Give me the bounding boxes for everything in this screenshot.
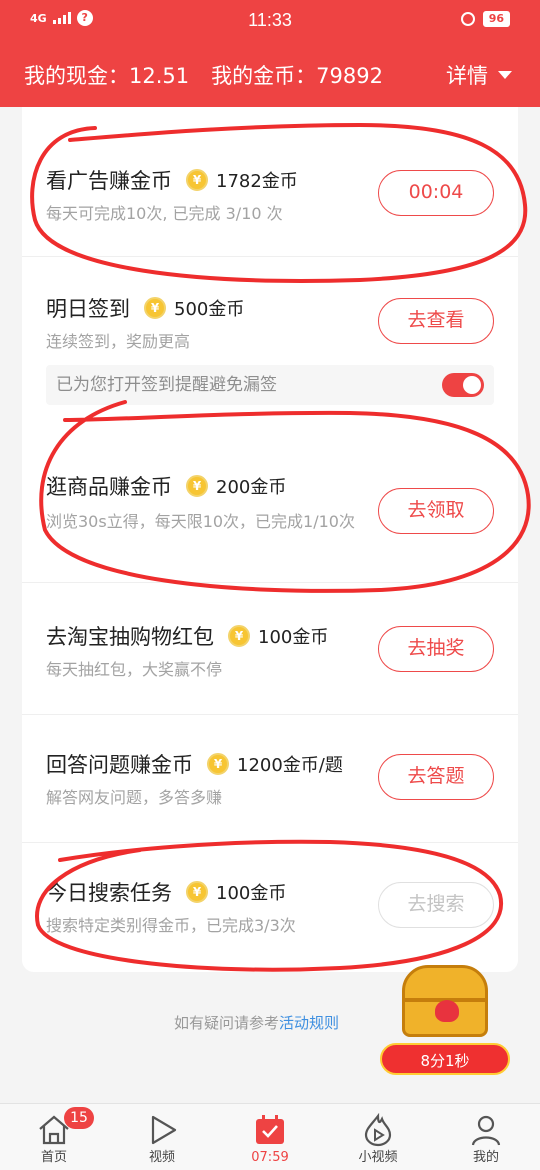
sign-in-reminder: 已为您打开签到提醒避免漏签 bbox=[46, 365, 494, 405]
task-title: 回答问题赚金币 bbox=[46, 753, 193, 777]
cash-balance: 我的现金：12.51 bbox=[24, 64, 190, 88]
flame-play-icon bbox=[364, 1113, 392, 1147]
task-title: 今日搜索任务 bbox=[46, 881, 172, 905]
play-icon bbox=[151, 1115, 177, 1145]
claim-button[interactable]: 去领取 bbox=[378, 488, 494, 534]
status-right: 96 bbox=[460, 11, 510, 27]
task-title-row: 看广告赚金币 ¥ 1782金币 bbox=[46, 165, 298, 195]
nav-tasks[interactable]: 07:59 bbox=[220, 1104, 320, 1170]
toggle-knob bbox=[463, 376, 481, 394]
task-button-countdown[interactable]: 00:04 bbox=[378, 170, 494, 216]
task-title: 去淘宝抽购物红包 bbox=[46, 625, 214, 649]
reminder-toggle[interactable] bbox=[442, 373, 484, 397]
task-reward: 100金币 bbox=[258, 627, 329, 648]
task-reward: 200金币 bbox=[216, 477, 287, 498]
coin-icon: ¥ bbox=[186, 169, 208, 191]
task-title-row: 回答问题赚金币 ¥ 1200金币/题 bbox=[46, 749, 343, 779]
task-title-row: 今日搜索任务 ¥ 100金币 bbox=[46, 877, 286, 907]
heart-icon bbox=[435, 1000, 459, 1022]
task-desc: 每天可完成10次, 已完成 3/10 次 bbox=[46, 204, 283, 223]
task-reward: 1782金币 bbox=[216, 171, 298, 192]
battery-icon: 96 bbox=[482, 11, 510, 27]
rules-note: 如有疑问请参考活动规则 bbox=[174, 1012, 339, 1033]
answer-button[interactable]: 去答题 bbox=[378, 754, 494, 800]
bottom-nav: 15 首页 视频 07:59 小视频 我的 bbox=[0, 1103, 540, 1170]
coin-icon: ¥ bbox=[207, 753, 229, 775]
task-title-row: 逛商品赚金币 ¥ 200金币 bbox=[46, 471, 286, 501]
coin-icon: ¥ bbox=[186, 881, 208, 903]
reminder-text: 已为您打开签到提醒避免漏签 bbox=[56, 375, 277, 395]
task-desc: 浏览30s立得，每天限10次，已完成1/10次 bbox=[46, 512, 355, 531]
activity-rules-link[interactable]: 活动规则 bbox=[279, 1014, 339, 1032]
task-list-card: 看广告赚金币 ¥ 1782金币 每天可完成10次, 已完成 3/10 次 00:… bbox=[22, 107, 518, 972]
view-sign-in-button[interactable]: 去查看 bbox=[378, 298, 494, 344]
task-item-daily-search: 今日搜索任务 ¥ 100金币 搜索特定类别得金币，已完成3/3次 去搜索 bbox=[22, 843, 518, 972]
detail-label: 详情 bbox=[446, 64, 488, 88]
task-title-row: 明日签到 ¥ 500金币 bbox=[46, 293, 244, 323]
wallet-summary: 我的现金：12.51 我的金币：79892 详情 bbox=[24, 58, 512, 92]
task-title: 明日签到 bbox=[46, 297, 130, 321]
nav-label: 视频 bbox=[148, 1150, 175, 1165]
task-item-watch-ads: 看广告赚金币 ¥ 1782金币 每天可完成10次, 已完成 3/10 次 00:… bbox=[22, 127, 518, 257]
notification-badge: 15 bbox=[64, 1107, 94, 1129]
nav-short-video[interactable]: 小视频 bbox=[328, 1104, 428, 1170]
task-item-answer-questions: 回答问题赚金币 ¥ 1200金币/题 解答网友问题，多答多赚 去答题 bbox=[22, 715, 518, 843]
task-reward: 500金币 bbox=[174, 299, 245, 320]
nav-label: 我的 bbox=[472, 1150, 499, 1165]
chevron-down-icon bbox=[498, 71, 512, 79]
alarm-icon bbox=[460, 12, 475, 26]
coin-icon: ¥ bbox=[144, 297, 166, 319]
task-reward: 100金币 bbox=[216, 883, 287, 904]
coin-icon: ¥ bbox=[186, 475, 208, 497]
user-icon bbox=[471, 1115, 501, 1146]
treasure-chest-icon bbox=[402, 965, 488, 1037]
top-header: 4G ? 11:33 96 我的现金：12.51 我的金币：79892 详情 bbox=[0, 0, 540, 107]
task-desc: 连续签到，奖励更高 bbox=[46, 332, 191, 351]
nav-video[interactable]: 视频 bbox=[112, 1104, 212, 1170]
task-desc: 解答网友问题，多答多赚 bbox=[46, 788, 223, 807]
task-desc: 每天抽红包，大奖赢不停 bbox=[46, 660, 223, 679]
calendar-icon bbox=[256, 1115, 284, 1144]
nav-label: 07:59 bbox=[251, 1150, 289, 1165]
task-item-taobao-redpacket: 去淘宝抽购物红包 ¥ 100金币 每天抽红包，大奖赢不停 去抽奖 bbox=[22, 583, 518, 715]
task-title-row: 去淘宝抽购物红包 ¥ 100金币 bbox=[46, 621, 328, 651]
coin-balance: 我的金币：79892 bbox=[211, 64, 383, 88]
nav-profile[interactable]: 我的 bbox=[436, 1104, 536, 1170]
detail-button[interactable]: 详情 bbox=[446, 60, 512, 90]
nav-label: 首页 bbox=[40, 1150, 67, 1165]
coin-icon: ¥ bbox=[228, 625, 250, 647]
task-reward: 1200金币/题 bbox=[237, 755, 343, 776]
search-button-disabled[interactable]: 去搜索 bbox=[378, 882, 494, 928]
status-bar: 4G ? 11:33 96 bbox=[0, 0, 540, 40]
task-title: 逛商品赚金币 bbox=[46, 475, 172, 499]
nav-label: 小视频 bbox=[358, 1150, 398, 1165]
chest-timer: 8分1秒 bbox=[380, 1043, 510, 1075]
draw-lottery-button[interactable]: 去抽奖 bbox=[378, 626, 494, 672]
task-title: 看广告赚金币 bbox=[46, 169, 172, 193]
nav-home[interactable]: 15 首页 bbox=[4, 1104, 104, 1170]
task-desc: 搜索特定类别得金币，已完成3/3次 bbox=[46, 916, 296, 935]
status-time: 11:33 bbox=[248, 10, 292, 30]
rules-prefix: 如有疑问请参考 bbox=[174, 1014, 280, 1032]
task-item-browse-products: 逛商品赚金币 ¥ 200金币 浏览30s立得，每天限10次，已完成1/10次 去… bbox=[22, 423, 518, 583]
treasure-chest-widget[interactable]: 8分1秒 bbox=[380, 965, 510, 1080]
